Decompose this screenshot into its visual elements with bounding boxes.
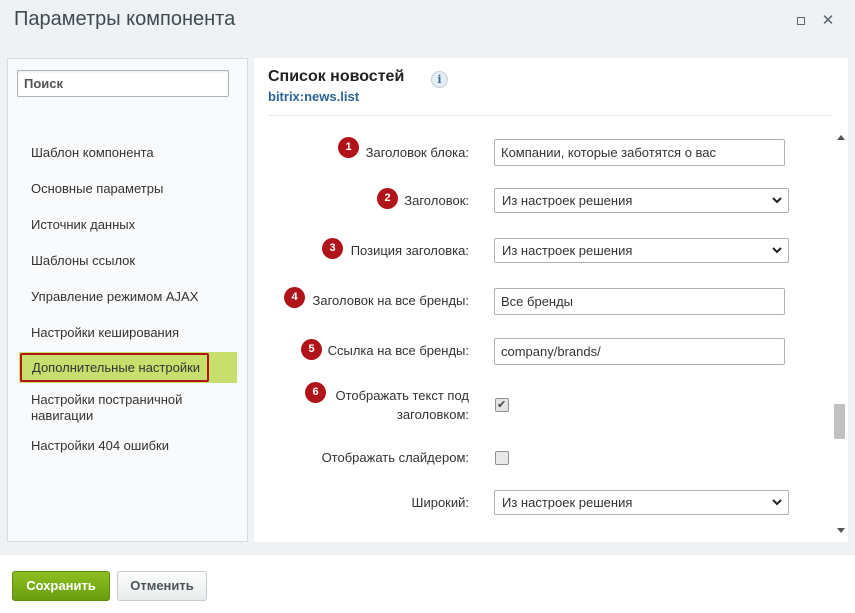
scrollbar[interactable] bbox=[834, 131, 848, 539]
field-label: Отображать слайдером: bbox=[321, 450, 469, 465]
divider bbox=[268, 115, 832, 116]
component-title: Список новостей bbox=[268, 68, 405, 85]
wide-select[interactable]: Из настроек решения bbox=[494, 490, 789, 515]
sidebar-item-cache[interactable]: Настройки кеширования bbox=[31, 325, 231, 341]
chevron-down-icon bbox=[772, 499, 782, 506]
show-text-checkbox[interactable]: ✔ bbox=[495, 398, 509, 412]
chevron-down-icon bbox=[772, 197, 782, 204]
field-label: заголовком: bbox=[396, 407, 469, 422]
main-panel: Список новостей i bitrix:news.list 1 Заг… bbox=[254, 58, 848, 542]
field-label: Позиция заголовка: bbox=[350, 243, 469, 258]
checkmark-icon: ✔ bbox=[497, 399, 507, 411]
select-value: Из настроек решения bbox=[502, 495, 633, 510]
slider-checkbox[interactable] bbox=[495, 451, 509, 465]
scroll-thumb[interactable] bbox=[834, 404, 845, 439]
dialog-title: Параметры компонента bbox=[14, 8, 236, 30]
info-icon[interactable]: i bbox=[431, 71, 448, 88]
cancel-button[interactable]: Отменить bbox=[117, 571, 207, 601]
all-brands-title-input[interactable] bbox=[494, 288, 785, 315]
select-value: Из настроек решения bbox=[502, 243, 633, 258]
sidebar-item-link-templates[interactable]: Шаблоны ссылок bbox=[31, 253, 231, 269]
sidebar-item-ajax[interactable]: Управление режимом AJAX bbox=[31, 289, 231, 305]
field-label: Отображать текст под bbox=[335, 388, 469, 403]
title-position-select[interactable]: Из настроек решения bbox=[494, 238, 789, 263]
dialog-titlebar: Параметры компонента ✕ bbox=[0, 0, 855, 46]
scroll-up-arrow-icon[interactable] bbox=[837, 135, 845, 140]
sidebar-item-label: Дополнительные настройки bbox=[20, 353, 209, 382]
sidebar-item-pagination[interactable]: Настройки постраничной навигации bbox=[31, 392, 231, 424]
component-code: bitrix:news.list bbox=[268, 89, 360, 104]
field-label: Широкий: bbox=[411, 495, 469, 510]
maximize-icon[interactable] bbox=[794, 14, 808, 28]
field-label: Заголовок: bbox=[404, 193, 469, 208]
close-icon[interactable]: ✕ bbox=[821, 13, 835, 28]
sidebar-item-template[interactable]: Шаблон компонента bbox=[31, 145, 231, 161]
block-title-input[interactable] bbox=[494, 139, 785, 166]
field-label: Ссылка на все бренды: bbox=[327, 343, 469, 358]
sidebar-item-additional[interactable]: Дополнительные настройки bbox=[19, 352, 237, 383]
save-button[interactable]: Сохранить bbox=[12, 571, 110, 601]
sidebar: Шаблон компонента Основные параметры Ист… bbox=[7, 58, 248, 542]
sidebar-item-data-source[interactable]: Источник данных bbox=[31, 217, 231, 233]
sidebar-item-404[interactable]: Настройки 404 ошибки bbox=[31, 438, 231, 454]
all-brands-link-input[interactable] bbox=[494, 338, 785, 365]
field-label: Заголовок блока: bbox=[365, 145, 469, 160]
title-select[interactable]: Из настроек решения bbox=[494, 188, 789, 213]
field-label: Заголовок на все бренды: bbox=[312, 293, 469, 308]
chevron-down-icon bbox=[772, 247, 782, 254]
scroll-down-arrow-icon[interactable] bbox=[837, 528, 845, 533]
search-input[interactable] bbox=[17, 70, 229, 97]
sidebar-item-main-params[interactable]: Основные параметры bbox=[31, 181, 231, 197]
select-value: Из настроек решения bbox=[502, 193, 633, 208]
